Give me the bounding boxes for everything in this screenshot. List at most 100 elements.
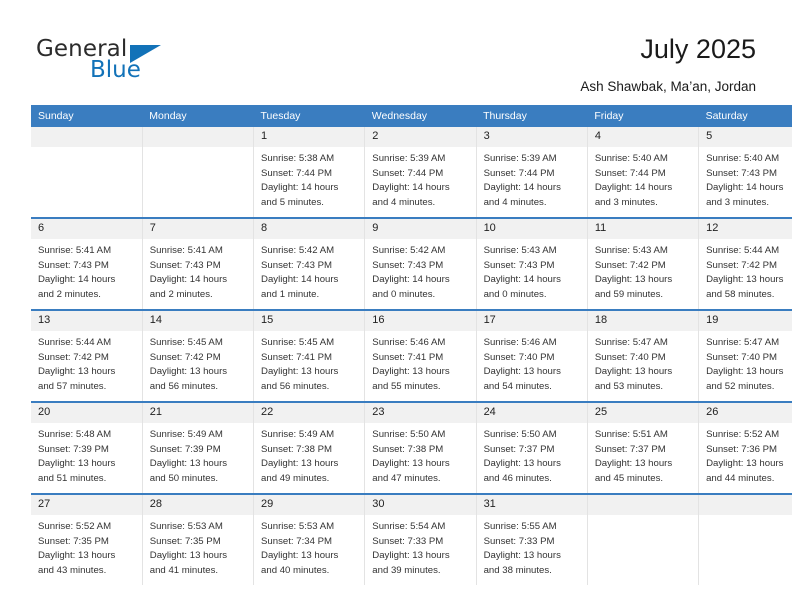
calendar-day-cell[interactable]: 7 Sunrise: 5:41 AM Sunset: 7:43 PM Daylight… xyxy=(142,217,255,310)
day-detail-line: Daylight: 14 hours xyxy=(372,274,450,286)
calendar-day-cell[interactable]: 17 Sunrise: 5:46 AM Sunset: 7:40 PM Dayligh… xyxy=(476,309,588,402)
day-number: 2 xyxy=(365,127,476,147)
calendar-header-row: Sunday Monday Tuesday Wednesday Thursday Frid… xyxy=(31,105,792,127)
day-details: Sunrise: 5:46 AM Sunset: 7:41 PM Daylight:… xyxy=(365,331,475,394)
calendar-day-cell[interactable]: 24 Sunrise: 5:50 AM Sunset: 7:37 PM Dayligh… xyxy=(476,401,588,494)
calendar-day-cell[interactable]: 15 Sunrise: 5:45 AM Sunset: 7:41 PM Dayligh… xyxy=(253,309,366,402)
day-number: 20 xyxy=(31,403,142,423)
day-details: Sunrise: 5:50 AM Sunset: 7:38 PM Daylight:… xyxy=(365,423,475,486)
calendar-day-cell[interactable]: 23 Sunrise: 5:50 AM Sunset: 7:38 PM Dayligh… xyxy=(364,401,477,494)
day-number: 14 xyxy=(142,311,254,331)
calendar-empty-cell xyxy=(587,493,700,585)
day-detail-line: Sunset: 7:38 PM xyxy=(261,443,332,455)
day-detail-line: Sunrise: 5:55 AM xyxy=(483,521,557,532)
day-detail-line: Sunrise: 5:52 AM xyxy=(706,429,780,440)
day-number: 16 xyxy=(365,311,476,331)
day-detail-line: Sunset: 7:33 PM xyxy=(372,535,444,547)
day-detail-line: and 41 minutes. xyxy=(149,564,219,576)
day-detail-line: and 38 minutes. xyxy=(483,564,552,576)
day-cell-inner: 15 Sunrise: 5:45 AM Sunset: 7:41 PM Dayligh… xyxy=(254,311,365,401)
calendar-day-cell[interactable]: 25 Sunrise: 5:51 AM Sunset: 7:37 PM Dayligh… xyxy=(587,401,700,494)
calendar-day-cell[interactable]: 29 Sunrise: 5:53 AM Sunset: 7:34 PM Dayligh… xyxy=(253,493,366,585)
calendar-day-cell[interactable]: 19 Sunrise: 5:47 AM Sunset: 7:40 PM Dayligh… xyxy=(698,309,792,402)
day-detail-line: and 47 minutes. xyxy=(372,472,441,484)
day-detail-line: Daylight: 14 hours xyxy=(594,182,673,194)
day-detail-line: Sunrise: 5:54 AM xyxy=(372,521,446,532)
day-details: Sunrise: 5:41 AM Sunset: 7:43 PM Daylight:… xyxy=(143,239,253,302)
page-header: General Blue July 2025 Ash Shawbak, Ma’a… xyxy=(0,0,792,100)
day-detail-line: and 46 minutes. xyxy=(483,472,552,484)
day-details: Sunrise: 5:39 AM Sunset: 7:44 PM Daylight:… xyxy=(365,147,475,210)
day-detail-line: Sunset: 7:39 PM xyxy=(38,443,109,455)
day-details: Sunrise: 5:40 AM Sunset: 7:43 PM Daylight:… xyxy=(699,147,792,210)
day-detail-line: Sunrise: 5:53 AM xyxy=(261,521,335,532)
day-cell-inner: 27 Sunrise: 5:52 AM Sunset: 7:35 PM Dayligh… xyxy=(31,495,142,585)
day-number xyxy=(31,127,142,147)
calendar-day-cell[interactable]: 3 Sunrise: 5:39 AM Sunset: 7:44 PM Daylight… xyxy=(476,127,588,218)
calendar-day-cell[interactable]: 12 Sunrise: 5:44 AM Sunset: 7:42 PM Dayligh… xyxy=(698,217,792,310)
day-cell-inner: 6 Sunrise: 5:41 AM Sunset: 7:43 PM Daylight… xyxy=(31,219,142,309)
calendar-day-cell[interactable]: 6 Sunrise: 5:41 AM Sunset: 7:43 PM Daylight… xyxy=(31,217,143,310)
day-details: Sunrise: 5:45 AM Sunset: 7:42 PM Daylight:… xyxy=(143,331,253,394)
day-cell-inner xyxy=(699,495,792,585)
calendar-empty-cell xyxy=(31,127,143,218)
day-cell-inner: 11 Sunrise: 5:43 AM Sunset: 7:42 PM Dayligh… xyxy=(587,219,699,309)
day-detail-line: Daylight: 13 hours xyxy=(594,458,673,470)
day-cell-inner: 5 Sunrise: 5:40 AM Sunset: 7:43 PM Daylight… xyxy=(699,127,792,217)
calendar-day-cell[interactable]: 2 Sunrise: 5:39 AM Sunset: 7:44 PM Daylight… xyxy=(364,127,477,218)
calendar-day-cell[interactable]: 1 Sunrise: 5:38 AM Sunset: 7:44 PM Daylight… xyxy=(253,127,366,218)
calendar-day-cell[interactable]: 31 Sunrise: 5:55 AM Sunset: 7:33 PM Dayligh… xyxy=(476,493,588,585)
calendar-day-cell[interactable]: 9 Sunrise: 5:42 AM Sunset: 7:43 PM Daylight… xyxy=(364,217,477,310)
calendar-day-cell[interactable]: 22 Sunrise: 5:49 AM Sunset: 7:38 PM Dayligh… xyxy=(253,401,366,494)
calendar-day-cell[interactable]: 28 Sunrise: 5:53 AM Sunset: 7:35 PM Dayligh… xyxy=(142,493,255,585)
day-number: 4 xyxy=(587,127,699,147)
day-cell-inner: 17 Sunrise: 5:46 AM Sunset: 7:40 PM Dayligh… xyxy=(476,311,587,401)
day-details: Sunrise: 5:50 AM Sunset: 7:37 PM Daylight:… xyxy=(477,423,587,486)
day-detail-line: Sunset: 7:40 PM xyxy=(483,351,555,363)
calendar-day-cell[interactable]: 10 Sunrise: 5:43 AM Sunset: 7:43 PM Dayligh… xyxy=(476,217,588,310)
calendar-day-cell[interactable]: 16 Sunrise: 5:46 AM Sunset: 7:41 PM Dayligh… xyxy=(364,309,477,402)
calendar-week-row: 20 Sunrise: 5:48 AM Sunset: 7:39 PM Dayligh… xyxy=(31,401,792,494)
day-detail-line: Daylight: 13 hours xyxy=(38,550,116,562)
day-cell-inner: 28 Sunrise: 5:53 AM Sunset: 7:35 PM Dayligh… xyxy=(142,495,254,585)
day-detail-line: Daylight: 14 hours xyxy=(372,182,450,194)
calendar-day-cell[interactable]: 27 Sunrise: 5:52 AM Sunset: 7:35 PM Dayligh… xyxy=(31,493,143,585)
calendar-day-cell[interactable]: 20 Sunrise: 5:48 AM Sunset: 7:39 PM Dayligh… xyxy=(31,401,143,494)
day-detail-line: Daylight: 14 hours xyxy=(149,274,228,286)
day-number: 7 xyxy=(142,219,254,239)
day-details: Sunrise: 5:40 AM Sunset: 7:44 PM Daylight:… xyxy=(588,147,698,210)
day-detail-line: Sunset: 7:42 PM xyxy=(706,259,778,271)
day-detail-line: Sunrise: 5:38 AM xyxy=(261,153,335,164)
day-details xyxy=(699,515,792,520)
day-detail-line: Daylight: 14 hours xyxy=(483,274,561,286)
calendar-day-cell[interactable]: 14 Sunrise: 5:45 AM Sunset: 7:42 PM Dayligh… xyxy=(142,309,255,402)
day-cell-inner: 1 Sunrise: 5:38 AM Sunset: 7:44 PM Daylight… xyxy=(254,127,365,217)
day-details: Sunrise: 5:42 AM Sunset: 7:43 PM Daylight:… xyxy=(254,239,364,302)
calendar-day-cell[interactable]: 18 Sunrise: 5:47 AM Sunset: 7:40 PM Dayligh… xyxy=(587,309,700,402)
calendar-day-cell[interactable]: 21 Sunrise: 5:49 AM Sunset: 7:39 PM Dayligh… xyxy=(142,401,255,494)
calendar-day-cell[interactable]: 11 Sunrise: 5:43 AM Sunset: 7:42 PM Dayligh… xyxy=(587,217,700,310)
day-detail-line: Sunset: 7:44 PM xyxy=(372,167,444,179)
day-details: Sunrise: 5:53 AM Sunset: 7:34 PM Daylight:… xyxy=(254,515,364,578)
day-cell-inner: 4 Sunrise: 5:40 AM Sunset: 7:44 PM Daylight… xyxy=(587,127,699,217)
calendar-day-cell[interactable]: 13 Sunrise: 5:44 AM Sunset: 7:42 PM Dayligh… xyxy=(31,309,143,402)
calendar-day-cell[interactable]: 5 Sunrise: 5:40 AM Sunset: 7:43 PM Daylight… xyxy=(698,127,792,218)
day-detail-line: Sunrise: 5:45 AM xyxy=(261,337,335,348)
day-detail-line: Sunset: 7:42 PM xyxy=(149,351,221,363)
calendar-day-cell[interactable]: 26 Sunrise: 5:52 AM Sunset: 7:36 PM Dayligh… xyxy=(698,401,792,494)
day-detail-line: and 40 minutes. xyxy=(261,564,330,576)
day-detail-line: and 53 minutes. xyxy=(594,380,664,392)
day-detail-line: Daylight: 13 hours xyxy=(483,458,561,470)
calendar-day-cell[interactable]: 4 Sunrise: 5:40 AM Sunset: 7:44 PM Daylight… xyxy=(587,127,700,218)
day-details: Sunrise: 5:44 AM Sunset: 7:42 PM Daylight:… xyxy=(31,331,142,394)
calendar-day-cell[interactable]: 8 Sunrise: 5:42 AM Sunset: 7:43 PM Daylight… xyxy=(253,217,366,310)
calendar-day-cell[interactable]: 30 Sunrise: 5:54 AM Sunset: 7:33 PM Dayligh… xyxy=(364,493,477,585)
day-cell-inner: 26 Sunrise: 5:52 AM Sunset: 7:36 PM Dayligh… xyxy=(699,403,792,493)
day-cell-inner: 19 Sunrise: 5:47 AM Sunset: 7:40 PM Dayligh… xyxy=(699,311,792,401)
day-detail-line: Daylight: 14 hours xyxy=(261,274,339,286)
day-detail-line: and 4 minutes. xyxy=(372,196,436,208)
day-number: 19 xyxy=(699,311,792,331)
page-subtitle: Ash Shawbak, Ma’an, Jordan xyxy=(580,79,756,94)
day-number: 8 xyxy=(254,219,365,239)
day-detail-line: Sunrise: 5:46 AM xyxy=(372,337,446,348)
